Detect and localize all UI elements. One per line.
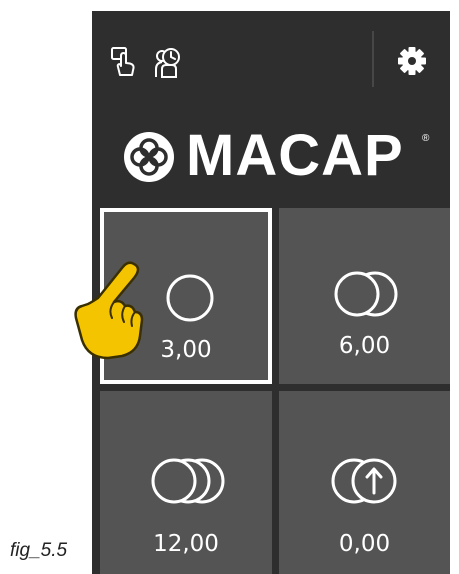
macap-logo-icon bbox=[122, 130, 176, 184]
tile-label: 6,00 bbox=[338, 333, 391, 359]
brand-name: MACAP bbox=[186, 123, 404, 188]
registered-mark: ® bbox=[422, 133, 430, 144]
tile-dose-continuous[interactable]: 0,00 bbox=[279, 391, 450, 574]
figure-caption: fig_5.5 bbox=[10, 540, 68, 561]
tile-dose-triple[interactable]: 12,00 bbox=[100, 391, 272, 574]
top-toolbar bbox=[92, 11, 450, 111]
tile-label: 12,00 bbox=[153, 531, 219, 557]
touch-hand-icon[interactable] bbox=[108, 45, 140, 79]
tile-dose-double[interactable]: 6,00 bbox=[279, 208, 450, 384]
brand-logo: MACAP ® bbox=[92, 111, 450, 191]
tile-label: 0,00 bbox=[338, 531, 391, 557]
toolbar-divider bbox=[372, 31, 374, 87]
pointing-hand-icon bbox=[68, 258, 168, 368]
user-clock-icon[interactable] bbox=[150, 45, 182, 79]
gear-icon[interactable] bbox=[394, 43, 430, 79]
